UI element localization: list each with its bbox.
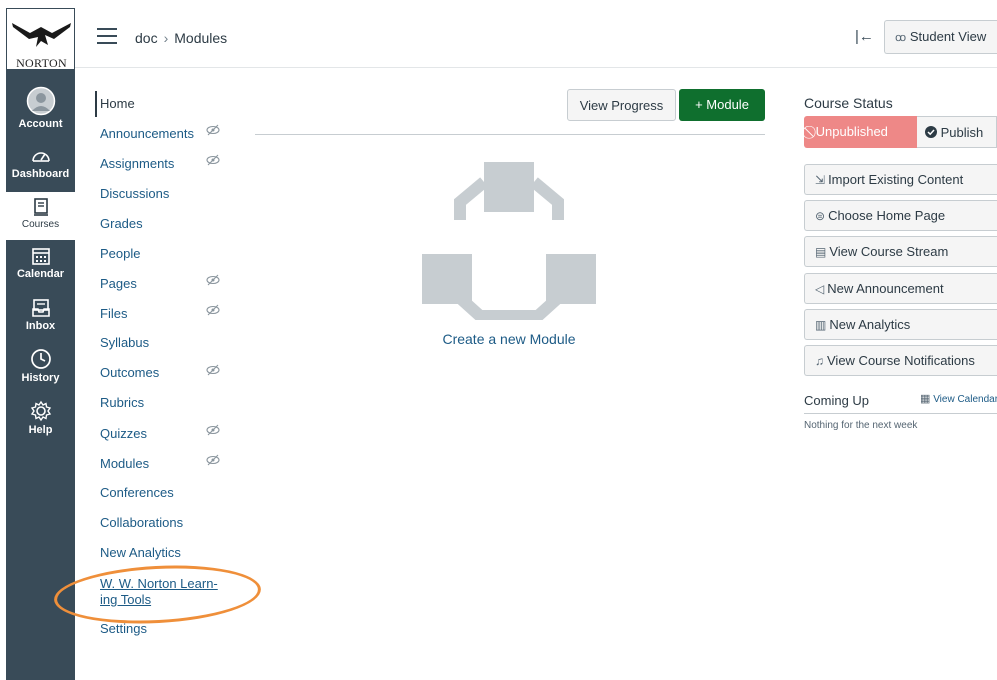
unpublished-button[interactable]: ⃠ Unpublished [804,116,917,148]
breadcrumb-current: Modules [174,30,228,46]
calendar-small-icon: ▦ [920,393,931,405]
header: doc › Modules |← ꝏ Student View [75,8,997,68]
view-notifications-label: View Course Notifications [827,353,975,368]
check-circle-icon [925,126,937,138]
logo-text: NORTON [16,56,67,70]
highlight-annotation-circle [52,560,263,629]
inbox-icon [31,299,50,317]
new-analytics-button[interactable]: ▥ New Analytics [804,309,997,340]
view-notifications-button[interactable]: ♫ View Course Notifications [804,345,997,376]
add-module-button[interactable]: + Module [679,89,765,121]
course-nav-outcomes[interactable]: Outcomes [100,365,159,380]
unpublished-label: Unpublished [815,124,888,139]
course-status-title: Course Status [804,95,893,111]
create-module-link[interactable]: Create a new Module [420,331,598,347]
import-icon: ⇲ [815,173,826,187]
module-illustration-icon [422,162,596,320]
glasses-icon: ꝏ [895,32,907,44]
breadcrumb: doc › Modules [135,30,227,46]
view-calendar-label: View Calendar [933,394,997,405]
help-icon [30,400,51,422]
nav-dashboard[interactable]: Dashboard [6,146,75,180]
import-content-label: Import Existing Content [828,172,964,187]
history-icon [30,349,51,369]
nav-courses-label: Courses [21,219,60,230]
dashboard-icon [31,152,50,162]
nav-inbox-label: Inbox [25,320,56,332]
course-nav-assignments[interactable]: Assignments [100,156,174,171]
coming-up-divider [804,413,997,414]
view-course-stream-label: View Course Stream [829,244,949,259]
publish-button[interactable]: Publish [917,116,997,148]
course-nav-discussions[interactable]: Discussions [100,186,169,201]
choose-home-page-label: Choose Home Page [828,208,946,223]
nav-history[interactable]: History [6,348,75,384]
student-view-button[interactable]: ꝏ Student View [884,20,997,54]
seagull-logo-icon [12,23,71,47]
main-divider [255,134,765,135]
course-nav-home[interactable]: Home [100,96,135,111]
view-course-stream-button[interactable]: ▤ View Course Stream [804,236,997,267]
course-nav-quizzes[interactable]: Quizzes [100,426,147,441]
announcement-icon: ◁ [815,282,825,296]
choose-home-page-button[interactable]: ⊜ Choose Home Page [804,200,997,231]
course-nav-modules[interactable]: Modules [100,456,149,471]
breadcrumb-course[interactable]: doc [135,30,158,46]
new-analytics-label: New Analytics [829,317,911,332]
new-announcement-label: New Announcement [827,281,944,296]
nav-help[interactable]: Help [6,400,75,436]
course-nav-grades[interactable]: Grades [100,216,143,231]
stream-icon: ▤ [815,245,827,259]
view-progress-button[interactable]: View Progress [567,89,676,121]
nav-dashboard-label: Dashboard [11,168,70,180]
norton-logo[interactable]: NORTON [6,8,75,70]
hidden-eye-icon [206,274,220,289]
hidden-eye-icon [206,154,220,169]
home-page-icon: ⊜ [815,209,826,223]
calendar-icon [31,248,50,265]
nothing-upcoming-text: Nothing for the next week [804,420,918,431]
view-calendar-link[interactable]: ▦ View Calendar [920,392,997,405]
course-nav-rubrics[interactable]: Rubrics [100,395,144,410]
hidden-eye-icon [206,424,220,439]
publish-label: Publish [940,125,984,140]
collapse-sidebar-icon[interactable]: |← [855,28,874,45]
global-nav: NORTON Account Dashboard Courses Calenda… [6,8,75,680]
course-nav-conferences[interactable]: Conferences [100,485,174,500]
nav-account[interactable]: Account [6,86,75,130]
nav-account-label: Account [18,118,63,130]
account-icon [26,86,55,116]
nav-help-label: Help [28,424,53,436]
course-nav-syllabus[interactable]: Syllabus [100,335,149,350]
student-view-label: Student View [909,29,987,44]
course-nav-new-analytics[interactable]: New Analytics [100,545,181,560]
analytics-icon: ▥ [815,318,827,332]
nav-inbox[interactable]: Inbox [6,298,75,332]
course-nav-files[interactable]: Files [100,306,127,321]
course-nav-pages[interactable]: Pages [100,276,137,291]
course-nav-collaborations[interactable]: Collaborations [100,515,183,530]
hidden-eye-icon [206,364,220,379]
course-nav-people[interactable]: People [100,246,140,261]
nav-courses[interactable]: Courses [6,192,75,240]
nav-calendar-label: Calendar [16,268,65,280]
hidden-eye-icon [206,454,220,469]
hidden-eye-icon [206,124,220,139]
nav-calendar[interactable]: Calendar [6,246,75,280]
active-indicator [95,91,97,117]
hamburger-menu-icon[interactable] [97,28,117,44]
nav-history-label: History [21,372,60,384]
hidden-eye-icon [206,304,220,319]
courses-icon [33,198,48,216]
breadcrumb-separator-icon: › [163,30,169,46]
new-announcement-button[interactable]: ◁ New Announcement [804,273,997,304]
course-nav-announcements[interactable]: Announcements [100,126,194,141]
bell-icon: ♫ [815,354,824,368]
coming-up-title: Coming Up [804,393,870,408]
import-content-button[interactable]: ⇲ Import Existing Content [804,164,997,195]
